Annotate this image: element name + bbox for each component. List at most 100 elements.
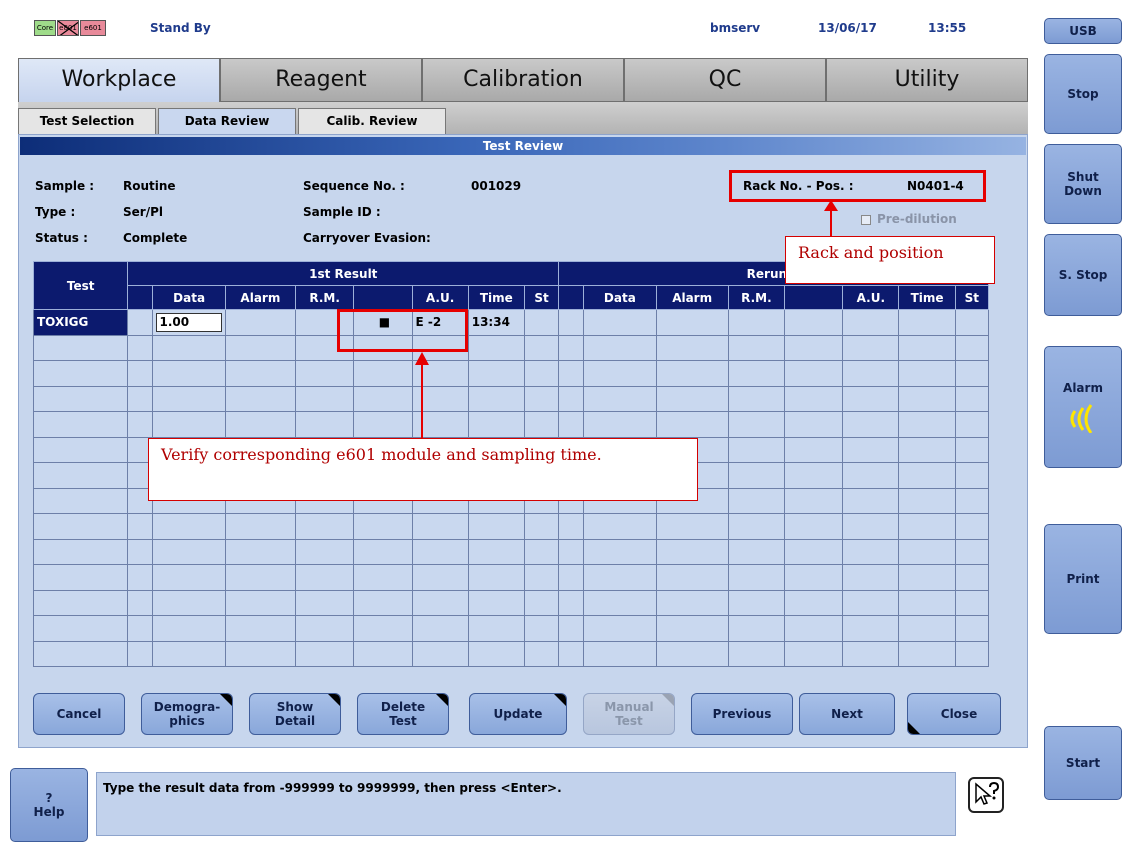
predilution-label: Pre-dilution xyxy=(877,212,957,226)
table-cell xyxy=(954,615,990,642)
table-cell xyxy=(127,564,154,591)
test-name-cell[interactable] xyxy=(32,385,129,412)
test-name-cell[interactable] xyxy=(32,538,129,565)
test-name-cell[interactable] xyxy=(32,589,129,616)
test-name-cell[interactable] xyxy=(32,640,129,667)
table-cell xyxy=(655,334,729,361)
corner-marker-icon xyxy=(662,694,674,706)
alarm-label: Alarm xyxy=(1063,381,1103,395)
test-name-cell[interactable] xyxy=(32,360,129,387)
table-cell xyxy=(558,564,585,591)
tab-utility[interactable]: Utility xyxy=(826,58,1028,102)
tab-test-selection[interactable]: Test Selection xyxy=(18,108,156,134)
table-cell xyxy=(727,615,786,642)
table-row[interactable] xyxy=(32,411,990,438)
test-name-cell[interactable] xyxy=(32,513,129,540)
module-callout-text: Verify corresponding e601 module and sam… xyxy=(161,445,602,464)
table-row[interactable] xyxy=(32,513,990,540)
table-row[interactable] xyxy=(32,589,990,616)
alarm-button[interactable]: Alarm xyxy=(1044,346,1122,468)
table-cell xyxy=(898,538,956,565)
table-cell xyxy=(898,513,956,540)
s-stop-button[interactable]: S. Stop xyxy=(1044,234,1122,316)
table-cell xyxy=(655,513,729,540)
table-cell xyxy=(127,334,154,361)
table-cell xyxy=(583,309,657,336)
test-name-cell[interactable]: TOXIGG xyxy=(32,309,129,336)
table-cell xyxy=(127,640,154,667)
shutdown-button[interactable]: Shut Down xyxy=(1044,144,1122,224)
table-row[interactable] xyxy=(32,334,990,361)
table-cell xyxy=(655,564,729,591)
table-cell xyxy=(727,385,786,412)
data-cell[interactable]: 1.00 xyxy=(152,309,226,336)
demographics-label: Demogra- phics xyxy=(153,700,221,728)
manual-test-button[interactable]: Manual Test xyxy=(583,693,675,735)
tab-reagent[interactable]: Reagent xyxy=(220,58,422,102)
close-button[interactable]: Close xyxy=(907,693,1001,735)
cancel-button[interactable]: Cancel xyxy=(33,693,125,735)
rerun-col-st: St xyxy=(954,285,990,310)
print-button[interactable]: Print xyxy=(1044,524,1122,634)
table-cell xyxy=(224,411,297,438)
table-cell xyxy=(127,360,154,387)
context-help-icon[interactable] xyxy=(968,777,1004,813)
test-name-cell[interactable] xyxy=(32,334,129,361)
test-name-cell[interactable] xyxy=(32,411,129,438)
predilution-checkbox[interactable] xyxy=(861,215,871,225)
table-cell xyxy=(152,385,226,412)
usb-button[interactable]: USB xyxy=(1044,18,1122,44)
table-cell xyxy=(411,640,469,667)
table-row[interactable] xyxy=(32,538,990,565)
table-row[interactable] xyxy=(32,385,990,412)
table-cell xyxy=(784,589,844,616)
table-row[interactable]: TOXIGG 1.00 ■ E -2 13:34 xyxy=(32,309,990,336)
col-data: Data xyxy=(152,285,226,310)
table-cell xyxy=(898,640,956,667)
next-button[interactable]: Next xyxy=(799,693,895,735)
table-cell xyxy=(411,360,469,387)
tab-calibration[interactable]: Calibration xyxy=(422,58,624,102)
table-cell xyxy=(655,589,729,616)
table-cell xyxy=(727,309,786,336)
previous-button[interactable]: Previous xyxy=(691,693,793,735)
table-cell xyxy=(842,462,900,489)
table-row[interactable] xyxy=(32,615,990,642)
table-cell xyxy=(127,615,154,642)
table-cell xyxy=(898,334,956,361)
update-button[interactable]: Update xyxy=(469,693,567,735)
table-cell xyxy=(353,615,413,642)
tab-qc[interactable]: QC xyxy=(624,58,826,102)
tab-calib-review[interactable]: Calib. Review xyxy=(298,108,446,134)
test-name-cell[interactable] xyxy=(32,487,129,514)
corner-marker-icon xyxy=(908,722,920,734)
table-row[interactable] xyxy=(32,564,990,591)
show-detail-button[interactable]: Show Detail xyxy=(249,693,341,735)
delete-test-button[interactable]: Delete Test xyxy=(357,693,449,735)
table-row[interactable] xyxy=(32,360,990,387)
test-column-header: Test xyxy=(32,261,129,310)
table-cell xyxy=(558,538,585,565)
tab-data-review[interactable]: Data Review xyxy=(158,108,296,134)
test-name-cell[interactable] xyxy=(32,615,129,642)
table-row[interactable] xyxy=(32,640,990,667)
tab-workplace[interactable]: Workplace xyxy=(18,58,220,102)
status-time: 13:55 xyxy=(928,21,967,35)
status-bar: Core e801 e601 Stand By bmserv 13/06/17 … xyxy=(24,14,1034,42)
table-cell xyxy=(784,640,844,667)
table-cell xyxy=(727,564,786,591)
table-cell xyxy=(467,589,525,616)
data-input[interactable]: 1.00 xyxy=(156,312,223,332)
test-name-cell[interactable] xyxy=(32,462,129,489)
rerun-col-alarm: Alarm xyxy=(655,285,729,310)
test-name-cell[interactable] xyxy=(32,564,129,591)
test-name-cell[interactable] xyxy=(32,436,129,463)
table-cell xyxy=(152,640,226,667)
demographics-button[interactable]: Demogra- phics xyxy=(141,693,233,735)
help-button[interactable]: ? Help xyxy=(10,768,88,842)
table-cell xyxy=(954,309,990,336)
col-au: A.U. xyxy=(411,285,469,310)
start-button[interactable]: Start xyxy=(1044,726,1122,800)
stop-button[interactable]: Stop xyxy=(1044,54,1122,134)
sample-id-label: Sample ID : xyxy=(303,205,381,219)
